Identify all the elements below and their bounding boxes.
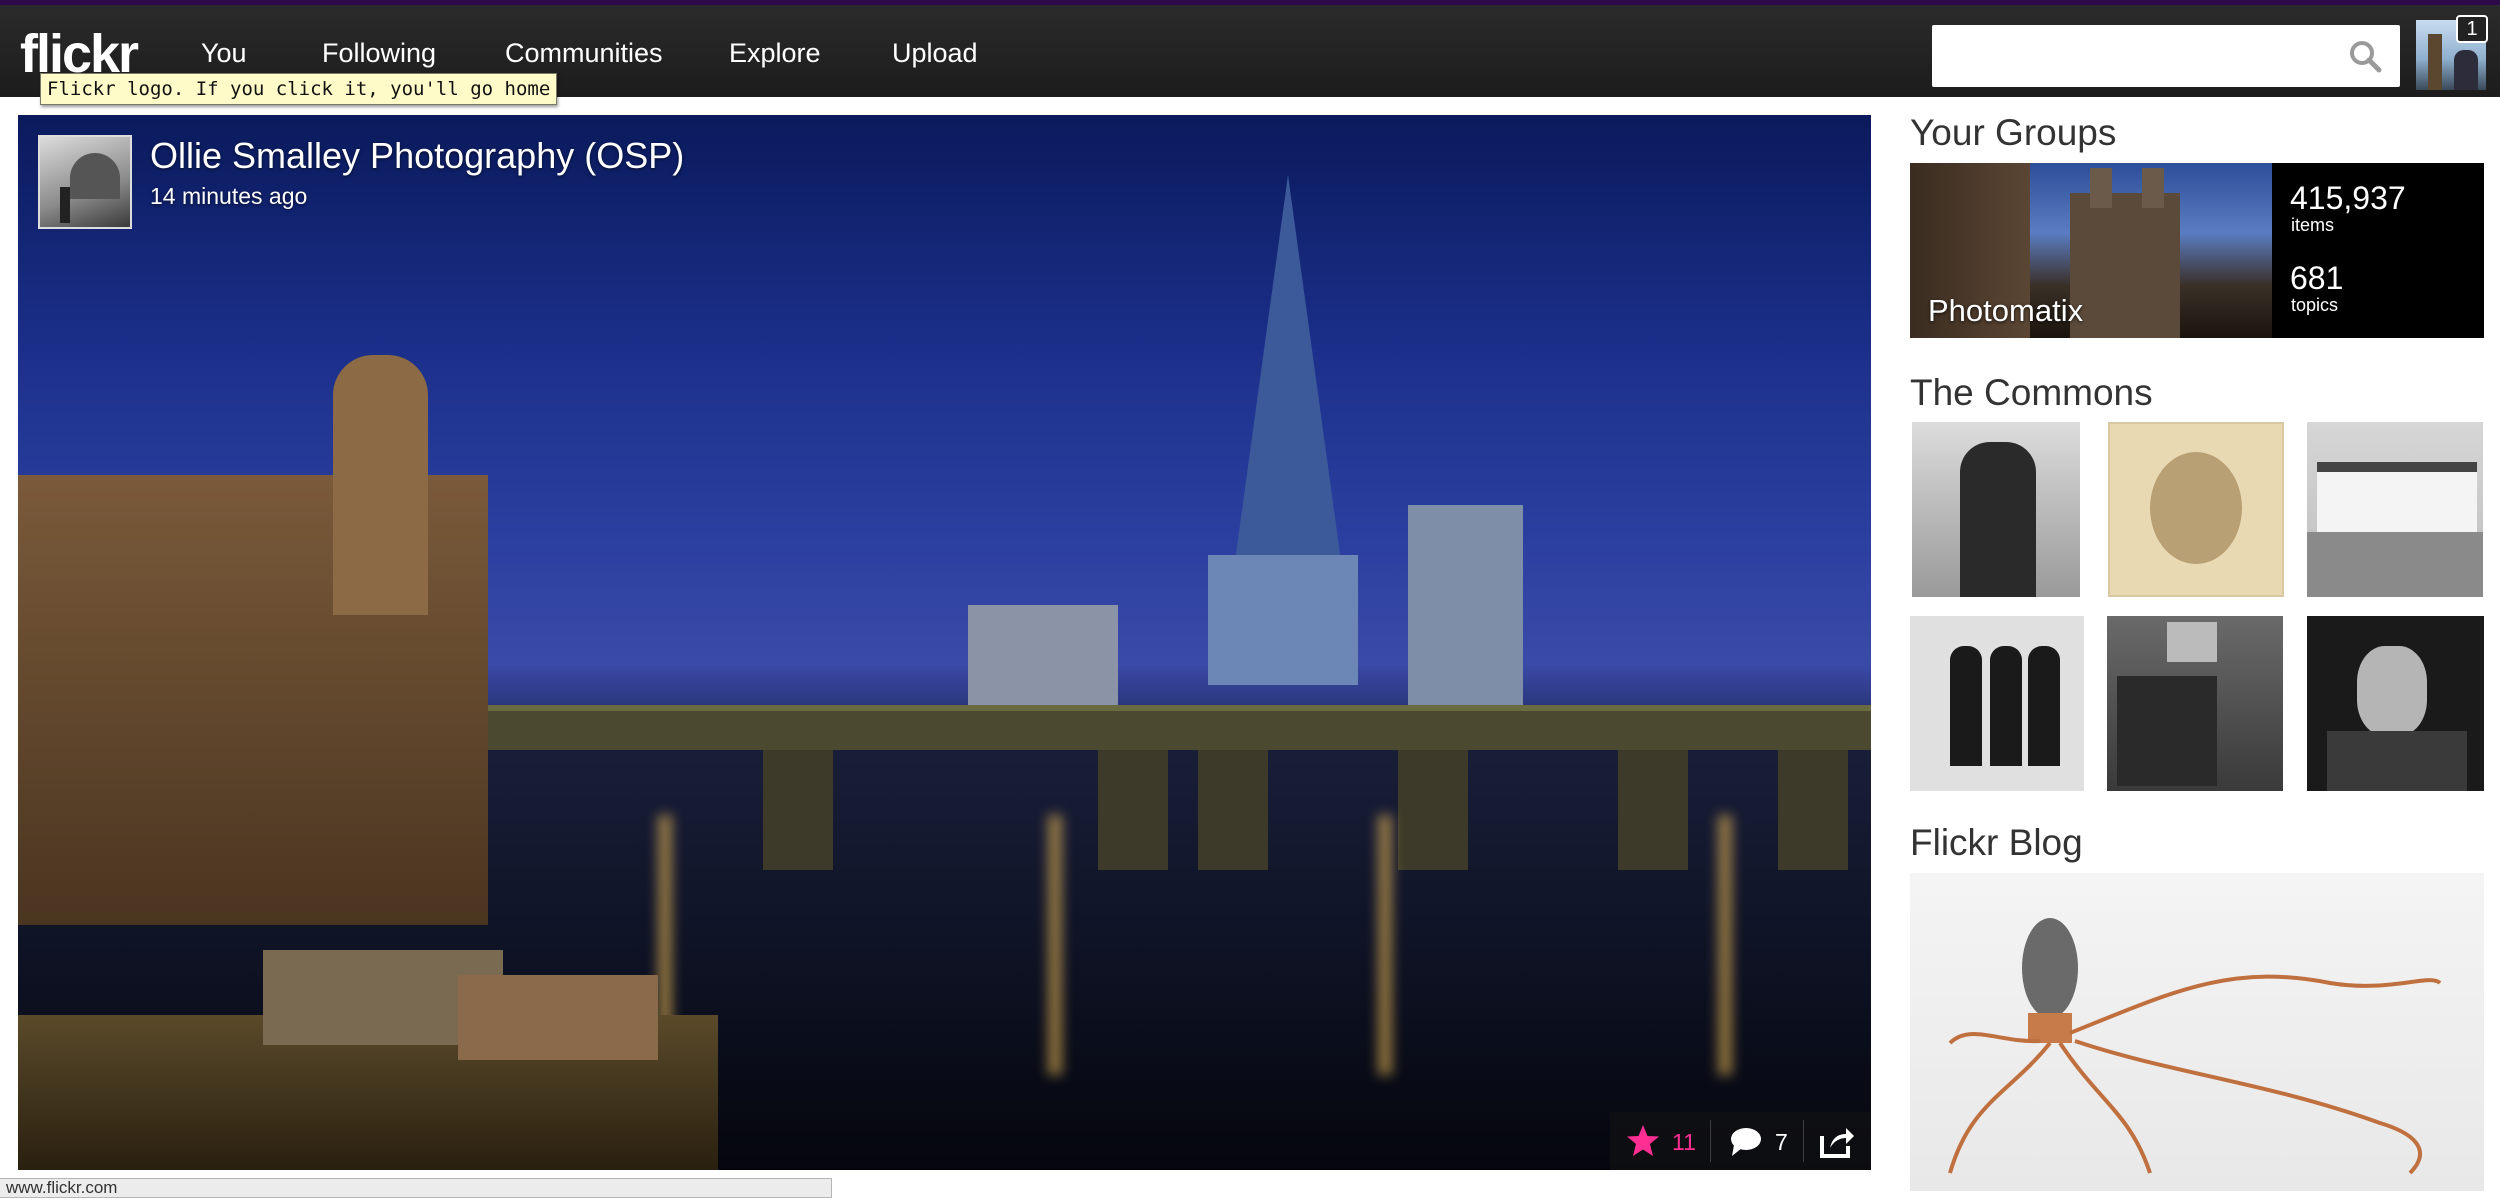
commons-photo-5[interactable] xyxy=(2107,616,2283,791)
comment-icon[interactable] xyxy=(1728,1123,1764,1159)
browser-status-bar: www.flickr.com xyxy=(0,1178,832,1198)
group-name: Photomatix xyxy=(1928,293,2084,328)
the-commons-title[interactable]: The Commons xyxy=(1910,372,2153,414)
group-items-label: items xyxy=(2291,215,2335,235)
photo-timestamp: 14 minutes ago xyxy=(150,183,308,209)
logo-tooltip: Flickr logo. If you click it, you'll go … xyxy=(40,73,558,105)
blog-post-image[interactable] xyxy=(1910,873,2484,1191)
your-groups-title[interactable]: Your Groups xyxy=(1910,112,2116,154)
search-icon[interactable] xyxy=(2348,39,2382,73)
commons-photo-3[interactable] xyxy=(2307,422,2483,597)
favorites-count: 11 xyxy=(1672,1129,1696,1155)
star-icon[interactable] xyxy=(1625,1123,1661,1159)
search-input[interactable] xyxy=(1932,25,2332,87)
comments-count: 7 xyxy=(1775,1129,1788,1155)
commons-photo-2[interactable] xyxy=(2108,422,2284,597)
nav-item-explore[interactable]: Explore xyxy=(729,38,821,69)
nav-item-you[interactable]: You xyxy=(201,38,247,69)
commons-photo-1[interactable] xyxy=(1912,422,2080,597)
featured-photo[interactable] xyxy=(18,115,1871,1170)
nav-item-communities[interactable]: Communities xyxy=(505,38,663,69)
actions-divider xyxy=(1803,1120,1804,1162)
share-icon[interactable] xyxy=(1818,1122,1856,1160)
nav-item-following[interactable]: Following xyxy=(322,38,436,69)
search-box xyxy=(1932,25,2400,87)
group-topics-label: topics xyxy=(2291,295,2339,315)
group-topics-count: 681 xyxy=(2290,260,2344,296)
photo-owner-name[interactable]: Ollie Smalley Photography (OSP) xyxy=(150,135,684,177)
flickr-blog-title[interactable]: Flickr Blog xyxy=(1910,822,2083,864)
commons-photo-6[interactable] xyxy=(2307,616,2484,791)
owner-avatar[interactable] xyxy=(38,135,132,229)
nav-item-upload[interactable]: Upload xyxy=(892,38,978,69)
actions-divider xyxy=(1710,1120,1711,1162)
group-card-photomatix[interactable]: Photomatix 415,937 items 681 topics xyxy=(1910,163,2484,338)
notification-badge[interactable]: 1 xyxy=(2456,15,2488,43)
commons-photo-4[interactable] xyxy=(1910,616,2084,791)
group-items-count: 415,937 xyxy=(2290,180,2406,216)
